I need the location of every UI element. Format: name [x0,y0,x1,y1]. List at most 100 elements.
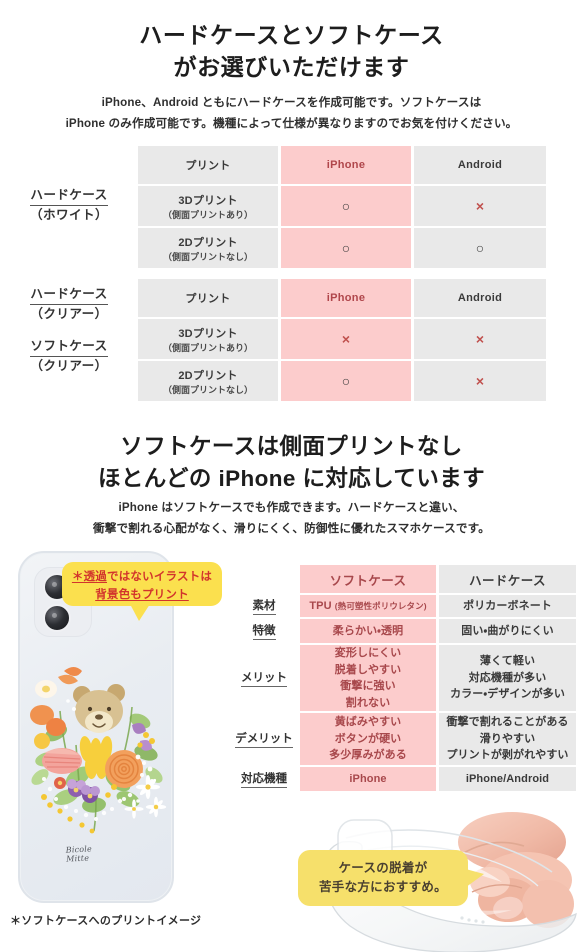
table1-hard-white: プリント iPhone Android 3Dプリント （側面プリントあり） ○ … [138,144,546,270]
transparency-note-line2-text: 背景色もプリント [95,588,189,601]
comparison-row-label-text: 対応機種 [241,770,287,788]
table1-row1-label-main: 2Dプリント [178,236,238,249]
table1-row0-android: × [414,186,546,226]
table2-row0-label-sub: （側面プリントあり） [162,342,253,353]
table2-row1-android: × [414,361,546,401]
demerit-hard-line: 衝撃で割れることがある [446,716,569,729]
comparison-header-blank [228,565,300,593]
table1-row0-label: 3Dプリント （側面プリントあり） [138,186,278,226]
section2-subcopy: iPhone はソフトケースでも作成できます。ハードケースと違い、 衝撃で割れる… [0,497,583,540]
table1-side-label-line2: （ホワイト） [30,208,108,223]
table2-row0-label: 3Dプリント （側面プリントあり） [138,319,278,359]
comparison-cell-soft: 黄ばみやすい ボタンが硬い 多少厚みがある [300,713,436,765]
table1-row1-label: 2Dプリント （側面プリントなし） [138,228,278,268]
bear-illustration [73,684,125,733]
table1-row1-android: ○ [414,228,546,268]
comparison-row-demerit: デメリット 黄ばみやすい ボタンが硬い 多少厚みがある 衝撃で割れることがある … [228,713,576,765]
transparency-note-line2: 背景色もプリント [62,587,222,605]
table2-row1-label: 2Dプリント （側面プリントなし） [138,361,278,401]
comparison-row-feature: 特徴 柔らかい・透明 固い・曲がりにくい [228,619,576,643]
section2-subcopy-line1: iPhone はソフトケースでも作成できます。ハードケースと違い、 [118,501,465,514]
recommendation-bubble: ケースの脱着が 苦手な方におすすめ。 [298,850,468,906]
transparency-note-line1-a: ＊透過 [71,571,108,583]
section2-headline-line2: ほとんどの iPhone に対応しています [97,465,486,491]
comparison-row-label-text: デメリット [235,730,293,748]
table2-header-row: プリント iPhone Android [138,279,546,317]
demerit-soft-line: 多少厚みがある [329,749,407,762]
comparison-row-label: 特徴 [228,619,300,643]
comparison-cell-hard: ポリカーボネート [439,595,576,617]
table1-row0-label-main: 3Dプリント [178,194,238,207]
comparison-row-label: メリット [228,645,300,711]
table2-row0-iphone: × [281,319,411,359]
merit-hard-line: 対応機種が多い [468,671,547,684]
recommendation-line2: 苦手な方におすすめ。 [318,880,447,895]
table1-header-iphone: iPhone [281,146,411,184]
comparison-row-label-text: メリット [241,669,287,687]
comparison-row-label: 対応機種 [228,767,300,791]
section1-headline-line2: がお選びいただけます [173,53,410,80]
comparison-row-label-text: 素材 [252,597,276,615]
comparison-row-devices: 対応機種 iPhone iPhone/Android [228,767,576,791]
section2-heading: ソフトケースは側面プリントなし ほとんどの iPhone に対応しています [0,431,583,494]
recommendation-bubble-tail [462,868,484,890]
comparison-cell-hard: iPhone/Android [439,767,576,791]
table1-side-label: ハードケース （ホワイト） [4,186,134,225]
comparison-cell-hard: 薄くて軽い 対応機種が多い カラー・デザインが多い [439,645,576,711]
transparency-note-bubble: ＊透過ではないイラストは 背景色もプリント [62,562,222,606]
material-soft-sub: (熱可塑性ポリウレタン) [334,600,427,611]
mark-circle-icon: ○ [341,372,351,389]
section2-headline-line1: ソフトケースは側面プリントなし [120,434,463,459]
print-image-footnote: ＊ソフトケースへのプリントイメージ [10,915,202,927]
section1-headline-line1: ハードケースとソフトケース [139,22,444,48]
comparison-row-label-text: 特徴 [252,622,276,640]
table2-header-android: Android [414,279,546,317]
table2-side-label-a-line2: （クリアー） [30,307,108,322]
table2-side-label-a-line1: ハードケース [30,285,108,306]
mark-circle-icon: ○ [341,197,351,214]
comparison-cell-soft: 柔らかい・透明 [300,619,436,643]
table1-header-print: プリント [138,146,278,184]
comparison-cell-soft: TPU (熱可塑性ポリウレタン) [300,595,436,617]
table1-row1-label-sub: （側面プリントなし） [162,251,253,262]
table1-row0-iphone: ○ [281,186,411,226]
merit-soft-line: 衝撃に強い [340,680,396,692]
section1-subcopy: iPhone、Android ともにハードケースを作成可能です。ソフトケースは … [0,92,583,135]
table2-row1-label-sub: （側面プリントなし） [162,384,253,395]
comparison-header-soft: ソフトケース [300,565,436,593]
table1-row: 2Dプリント （側面プリントなし） ○ ○ [138,228,546,268]
table2-side-label-b-line2: （クリアー） [30,359,108,374]
table2-side-label-a: ハードケース （クリアー） [4,285,134,324]
comparison-header-row: ソフトケース ハードケース [228,565,576,593]
merit-soft-line: 脱着しやすい [334,663,402,676]
mark-circle-icon: ○ [475,239,485,256]
section1-subcopy-line1: iPhone、Android ともにハードケースを作成可能です。ソフトケースは [101,96,482,109]
table2-row: 2Dプリント （側面プリントなし） ○ × [138,361,546,401]
table1-header-android: Android [414,146,546,184]
mark-cross-icon: × [475,197,485,214]
table1-row1-iphone: ○ [281,228,411,268]
merit-hard-line: カラー・デザインが多い [450,688,565,701]
demerit-hard-line: プリントが剥がれやすい [446,749,569,762]
demerit-hard-line: 滑りやすい [479,732,536,745]
section1-heading: ハードケースとソフトケース がお選びいただけます [0,20,583,83]
pressed-flower-bouquet-illustration [30,667,167,834]
table2-row0-android: × [414,319,546,359]
table1-header-row: プリント iPhone Android [138,146,546,184]
merit-hard-line: 薄くて軽い [479,655,536,668]
comparison-row-merit: メリット 変形しにくい 脱着しやすい 衝撃に強い 割れない 薄くて軽い 対応機種… [228,645,576,711]
artist-signature-line2: Mitte [66,853,90,864]
mark-circle-icon: ○ [341,239,351,256]
table2-header-iphone: iPhone [281,279,411,317]
table2-row1-iphone: ○ [281,361,411,401]
comparison-cell-soft: iPhone [300,767,436,791]
table1-row0-label-sub: （側面プリントあり） [162,209,253,220]
table2-side-label-b-line1: ソフトケース [30,337,108,358]
artist-signature: Bicole Mitte [66,844,93,864]
table2-header-print: プリント [138,279,278,317]
section2-subcopy-line2: 衝撃で割れる心配がなく、滑りにくく、防御性に優れたスマホケースです。 [93,522,490,536]
material-soft-main: TPU [309,599,335,612]
table2-row1-label-main: 2Dプリント [178,369,238,382]
comparison-cell-hard: 衝撃で割れることがある 滑りやすい プリントが剥がれやすい [439,713,576,765]
recommendation-line1: ケースの脱着が [338,861,428,875]
